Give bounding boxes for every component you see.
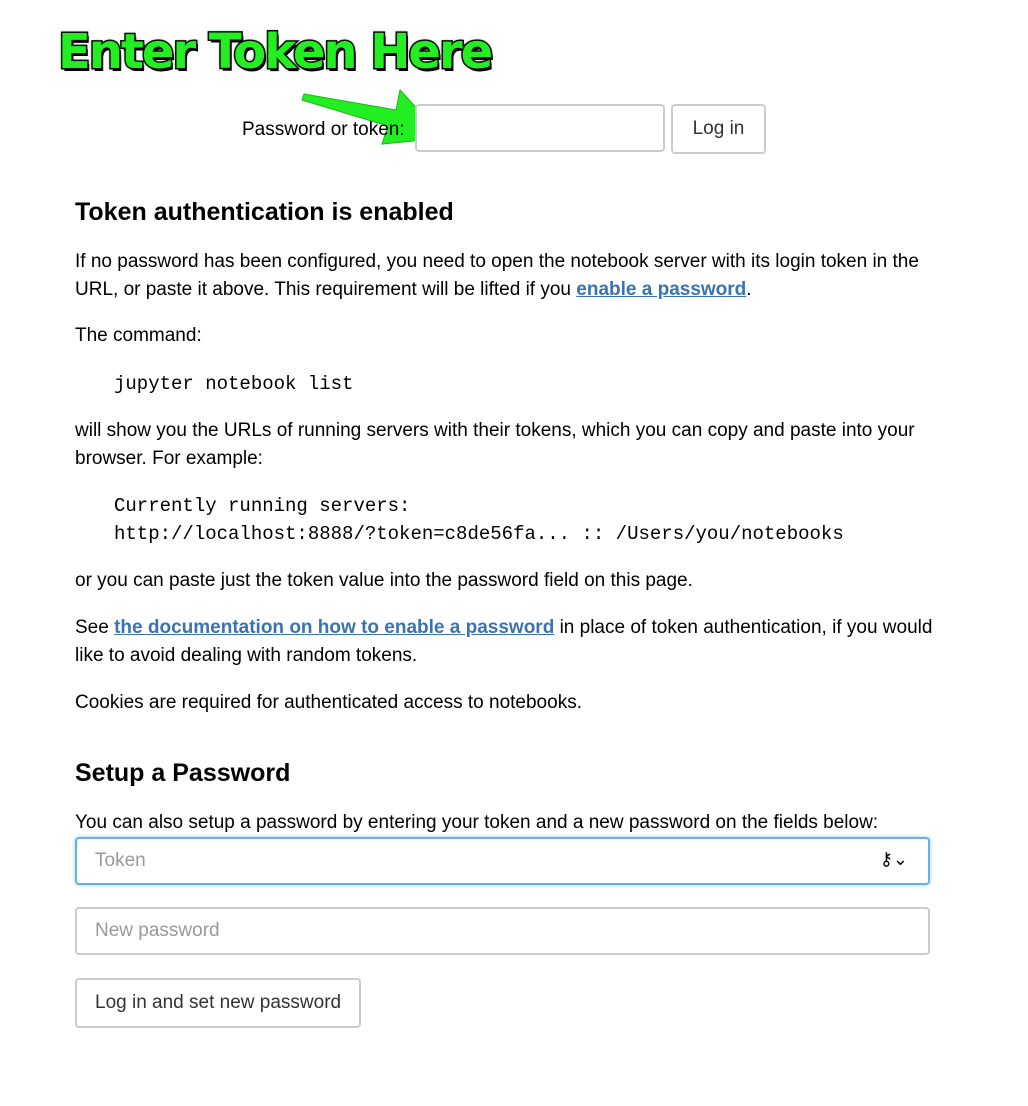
command-intro: The command: <box>75 325 202 346</box>
intro-text-end: . <box>746 279 752 300</box>
documentation-link[interactable]: the documentation on how to enable a pas… <box>114 617 554 638</box>
password-or-token-input[interactable] <box>415 104 665 152</box>
example-line: http://localhost:8888/?token=c8de56fa...… <box>114 523 844 545</box>
docs-text: See the documentation on how to enable a… <box>75 614 935 670</box>
token-auth-intro: If no password has been configured, you … <box>75 248 935 304</box>
setup-description: You can also setup a password by enterin… <box>75 812 879 833</box>
log-in-button[interactable]: Log in <box>671 104 766 154</box>
token-input[interactable] <box>75 837 930 885</box>
paste-token-text: or you can paste just the token value in… <box>75 570 693 591</box>
login-form: Password or token: Log in <box>0 104 1028 154</box>
command-code: jupyter notebook list <box>114 373 354 395</box>
show-urls-text: will show you the URLs of running server… <box>75 420 915 469</box>
main-content: Token authentication is enabled If no pa… <box>75 194 935 1028</box>
token-field-wrapper: ⚷⌄ <box>75 837 930 885</box>
cookies-text: Cookies are required for authenticated a… <box>75 692 582 713</box>
password-or-token-label: Password or token: <box>242 119 405 140</box>
example-output: Currently running servers: http://localh… <box>75 492 935 548</box>
enter-token-annotation: Enter Token Here <box>56 23 494 82</box>
token-auth-heading: Token authentication is enabled <box>75 198 454 226</box>
log-in-set-password-button[interactable]: Log in and set new password <box>75 978 362 1028</box>
enable-password-link[interactable]: enable a password <box>576 279 746 300</box>
key-icon[interactable]: ⚷⌄ <box>880 850 908 870</box>
setup-password-heading: Setup a Password <box>75 759 291 787</box>
example-line: Currently running servers: <box>114 495 411 517</box>
docs-text-start: See <box>75 617 115 638</box>
new-password-input[interactable] <box>75 907 930 955</box>
intro-text: If no password has been configured, you … <box>75 251 919 300</box>
